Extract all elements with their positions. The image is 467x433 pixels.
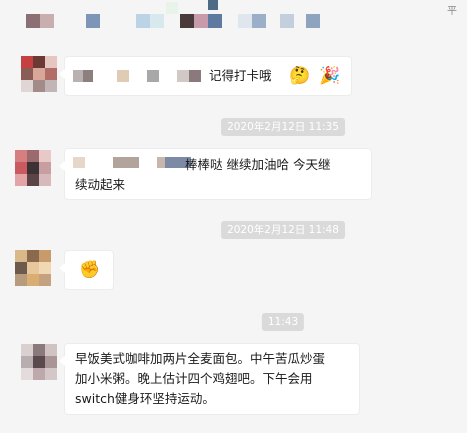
timestamp: 2020年2月12日 11:35: [221, 118, 345, 136]
chat-title-mosaic: [26, 0, 326, 44]
timestamp: 2020年2月12日 11:48: [221, 221, 345, 239]
message-text-line-2: 加小米粥。晚上估计四个鸡翅吧。下午会用: [75, 371, 313, 386]
avatar[interactable]: [21, 56, 57, 92]
timestamp: 11:43: [261, 313, 305, 331]
party-popper-emoji: 🎉: [319, 66, 341, 86]
message-text-line-2: 续动起来: [75, 177, 126, 192]
message-text: 记得打卡哦: [209, 68, 272, 83]
message-text-line-3: switch健身环坚持运动。: [75, 391, 215, 406]
message-bubble[interactable]: 棒棒哒 继续加油哈 今天继 续动起来: [59, 148, 372, 200]
thinking-face-emoji: 🤔: [289, 66, 311, 86]
message-text-line-1: 早饭美式咖啡加两片全麦面包。中午苦瓜炒蛋: [75, 351, 326, 366]
avatar[interactable]: [15, 250, 51, 286]
avatar[interactable]: [15, 150, 51, 186]
message-bubble[interactable]: ✊: [59, 250, 114, 290]
message-text-line-1: 棒棒哒 继续加油哈 今天继: [185, 157, 331, 172]
message-bubble[interactable]: 记得打卡哦 🤔 🎉: [59, 56, 352, 96]
raised-fist-emoji: ✊: [79, 260, 101, 280]
pin-window-button[interactable]: 平: [447, 2, 457, 17]
avatar[interactable]: [21, 344, 57, 380]
message-bubble[interactable]: 早饭美式咖啡加两片全麦面包。中午苦瓜炒蛋 加小米粥。晚上估计四个鸡翅吧。下午会用…: [59, 343, 360, 415]
